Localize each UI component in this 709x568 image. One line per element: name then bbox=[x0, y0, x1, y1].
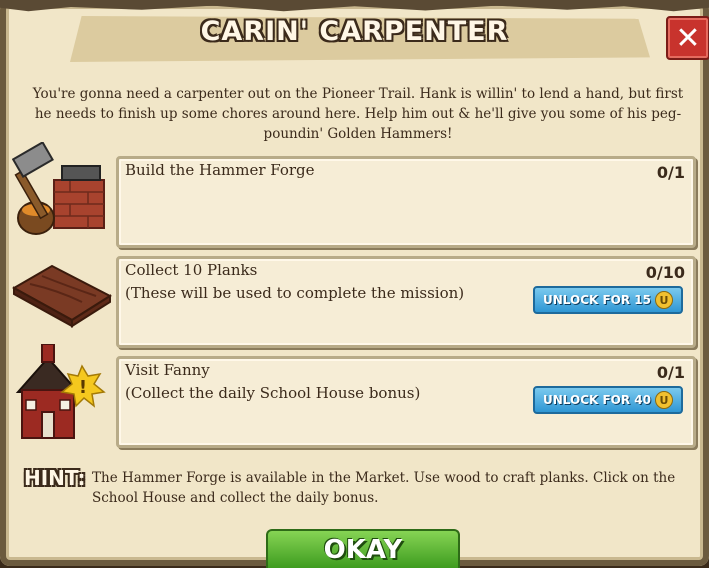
unlock-button[interactable]: UNLOCK FOR 15 U bbox=[533, 286, 683, 314]
hammer-forge-icon bbox=[11, 140, 112, 242]
hint-text: The Hammer Forge is available in the Mar… bbox=[92, 470, 676, 506]
dialog-title: CARIN' CARPENTER bbox=[200, 16, 509, 47]
task-progress: 0/1 bbox=[656, 363, 685, 382]
task-name: Build the Hammer Forge bbox=[125, 161, 315, 179]
task-progress: 0/10 bbox=[645, 263, 685, 282]
okay-label: OKAY bbox=[323, 534, 403, 565]
hint-label: HINT: bbox=[24, 466, 86, 490]
horseshoe-icon: U bbox=[655, 291, 673, 309]
task-description: (Collect the daily School House bonus) bbox=[125, 384, 421, 402]
unlock-label: UNLOCK FOR 15 bbox=[542, 293, 651, 307]
school-house-icon: ! bbox=[12, 343, 112, 444]
close-button[interactable]: ✕ bbox=[666, 16, 709, 60]
intro-text: You're gonna need a carpenter out on the… bbox=[32, 86, 684, 142]
wood-plank-icon bbox=[11, 260, 113, 330]
task-description: (These will be used to complete the miss… bbox=[125, 284, 465, 302]
task-progress: 0/1 bbox=[656, 163, 685, 182]
horseshoe-icon: U bbox=[655, 391, 673, 409]
svg-text:!: ! bbox=[79, 377, 87, 398]
unlock-label: UNLOCK FOR 40 bbox=[542, 393, 651, 407]
task-build-hammer-forge: Build the Hammer Forge 0/1 bbox=[116, 156, 696, 248]
task-visit-fanny: Visit Fanny (Collect the daily School Ho… bbox=[116, 356, 696, 448]
task-name: Visit Fanny bbox=[125, 361, 210, 379]
unlock-button[interactable]: UNLOCK FOR 40 U bbox=[533, 386, 683, 414]
task-collect-planks: Collect 10 Planks (These will be used to… bbox=[116, 256, 696, 348]
okay-button[interactable]: OKAY bbox=[266, 529, 460, 568]
task-name: Collect 10 Planks bbox=[125, 261, 258, 279]
close-icon: ✕ bbox=[675, 20, 701, 56]
